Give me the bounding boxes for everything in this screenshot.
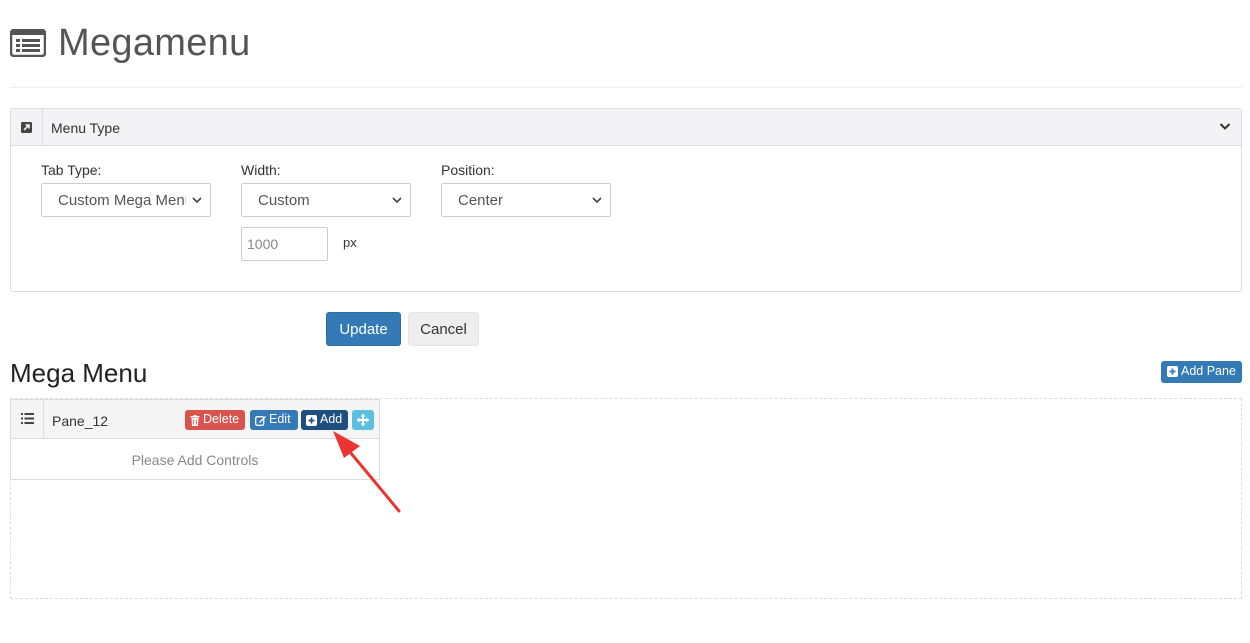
menu-type-panel-heading[interactable]: Menu Type [11, 109, 1241, 146]
pane-move-button[interactable] [352, 410, 374, 430]
cancel-button[interactable]: Cancel [408, 312, 479, 346]
page-header: Megamenu [10, 18, 1242, 88]
pane-title: Pane_12 [52, 413, 109, 429]
panel-toggle[interactable] [11, 109, 43, 145]
plus-square-icon [1167, 366, 1178, 377]
trash-icon [190, 415, 200, 426]
menu-type-panel: Menu Type Tab Type: Custom Mega Menu Wid… [10, 108, 1242, 292]
tab-type-select[interactable]: Custom Mega Menu [41, 183, 211, 217]
plus-square-icon [306, 415, 317, 426]
move-arrows-icon [356, 413, 370, 427]
position-select[interactable]: Center [441, 183, 611, 217]
list-icon [21, 413, 34, 424]
pane-edit-label: Edit [269, 412, 291, 426]
chevron-down-icon[interactable] [1219, 122, 1231, 131]
pane-add-button[interactable]: Add [301, 410, 348, 430]
mega-menu-title: Mega Menu [10, 358, 148, 388]
update-button[interactable]: Update [326, 312, 401, 346]
page-title: Megamenu [58, 22, 251, 64]
add-pane-button[interactable]: Add Pane [1161, 361, 1242, 383]
pane-card: Pane_12 Delete Edit Add Please Add Contr… [10, 399, 380, 480]
pane-drag-handle[interactable] [11, 400, 44, 438]
panel-title: Menu Type [51, 120, 121, 136]
edit-icon [255, 416, 266, 426]
tab-type-value: Custom Mega Menu [58, 192, 186, 209]
width-px-input[interactable] [241, 227, 328, 261]
chevron-down-icon [392, 197, 402, 204]
pane-delete-button[interactable]: Delete [185, 410, 245, 430]
pane-heading: Pane_12 Delete Edit Add [11, 400, 379, 439]
pane-delete-label: Delete [203, 412, 240, 426]
chevron-down-icon [192, 197, 202, 204]
pane-empty-message: Please Add Controls [131, 452, 259, 468]
position-label: Position: [441, 162, 495, 178]
tab-type-label: Tab Type: [41, 162, 102, 178]
px-unit-label: px [343, 235, 357, 250]
pane-edit-button[interactable]: Edit [250, 410, 298, 430]
width-value: Custom [258, 192, 310, 209]
collapse-icon [21, 122, 32, 133]
width-label: Width: [241, 162, 281, 178]
pane-add-label: Add [320, 412, 343, 426]
position-value: Center [458, 192, 504, 209]
list-alt-icon [10, 29, 46, 57]
chevron-down-icon [592, 197, 602, 204]
add-pane-label: Add Pane [1181, 364, 1236, 378]
width-select[interactable]: Custom [241, 183, 411, 217]
